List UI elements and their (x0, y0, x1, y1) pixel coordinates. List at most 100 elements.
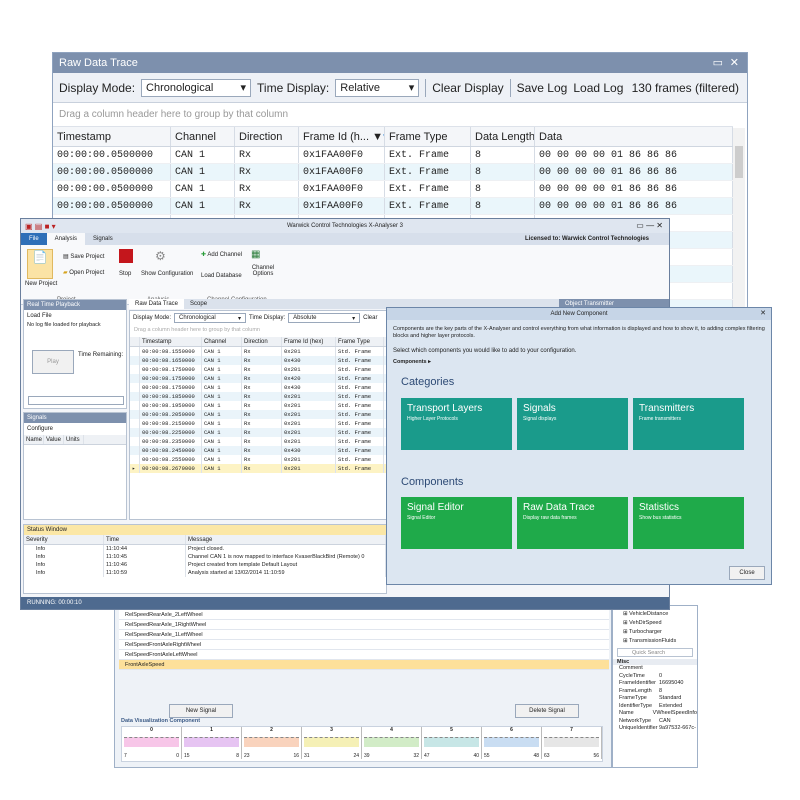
column-header[interactable]: Frame Id (hex) (282, 337, 336, 346)
category-tile[interactable]: Transport Layers Higher Layer Protocols (401, 398, 512, 450)
category-tile[interactable]: Signals Signal displays (517, 398, 628, 450)
play-button[interactable]: Play (32, 350, 74, 374)
table-row[interactable]: 00:00:08.1750000 CAN 1 Rx 0x420 Std. Frame (130, 374, 388, 383)
quick-search-input[interactable]: Quick Search (617, 648, 693, 657)
tree-node[interactable]: ⊞ TransmissionFluids (623, 637, 697, 646)
column-header[interactable]: Value (44, 435, 64, 444)
column-header[interactable]: Direction (235, 127, 299, 146)
list-item[interactable]: FrontAxleSpeed (119, 660, 609, 670)
window-controls[interactable]: ▭ — ✕ (636, 219, 663, 233)
component-tile[interactable]: Signal Editor Signal Editor (401, 497, 512, 549)
load-log-button[interactable]: Load Log (573, 81, 623, 95)
list-item[interactable]: RelSpeedRearAxle_1RightWheel (119, 620, 609, 630)
table-row[interactable]: 00:00:08.2450000 CAN 1 Rx 0x430 Std. Frame (130, 446, 388, 455)
save-log-button[interactable]: Save Log (517, 81, 568, 95)
display-mode-select[interactable]: Chronological ▾ (141, 78, 252, 97)
configure-link[interactable]: Configure (24, 423, 126, 435)
channel-options-button[interactable]: Channel Options (249, 265, 277, 277)
table-row[interactable]: 00:00:08.1550000 CAN 1 Rx 0x201 Std. Frame (130, 347, 388, 356)
clear-display-button[interactable]: Clear Display (432, 81, 503, 95)
table-row[interactable]: 00:00:08.2350000 CAN 1 Rx 0x201 Std. Frame (130, 437, 388, 446)
table-row[interactable]: Info 11:10:44 Project closed. (24, 545, 386, 553)
close-icon[interactable]: ✕ (730, 53, 739, 73)
tree-node[interactable]: ⊞ Turbocharger (623, 628, 697, 637)
property-row[interactable]: Name VWheelSpeedInfo (613, 710, 697, 718)
group-by-area[interactable]: Drag a column header here to group by th… (53, 103, 733, 127)
maximize-icon[interactable]: ▭ (713, 53, 723, 73)
column-header[interactable]: Timestamp (53, 127, 171, 146)
group-by-area[interactable]: Drag a column header here to group by th… (130, 325, 388, 335)
column-header[interactable]: Frame Type (336, 337, 384, 346)
column-header[interactable]: Time (104, 535, 186, 544)
show-configuration-button[interactable]: Show Configuration (141, 271, 193, 277)
display-mode-select[interactable]: Chronological ▾ (174, 313, 247, 323)
stop-button[interactable]: Stop (119, 271, 131, 277)
time-display-select[interactable]: Absolute ▾ (288, 313, 361, 323)
property-row[interactable]: FrameType Standard (613, 695, 697, 703)
category-tile[interactable]: Transmitters Frame transmitters (633, 398, 744, 450)
property-row[interactable]: UniqueIdentifier 9a97532-667c- (613, 725, 697, 733)
table-row[interactable]: 00:00:08.1750000 CAN 1 Rx 0x201 Std. Frame (130, 365, 388, 374)
table-row[interactable]: 00:00:08.1850000 CAN 1 Rx 0x201 Std. Frame (130, 392, 388, 401)
table-row[interactable]: Info 11:10:45 Channel CAN 1 is now mapped … (24, 553, 386, 561)
close-button[interactable]: Close (729, 566, 765, 580)
stop-icon[interactable] (119, 249, 133, 263)
new-project-icon[interactable]: 📄 (27, 249, 53, 279)
property-row[interactable]: FrameLength 8 (613, 688, 697, 696)
column-header[interactable]: Severity (24, 535, 104, 544)
column-header[interactable]: Frame Id (h... ▼▾ (299, 127, 385, 146)
clear-button[interactable]: Clear (363, 315, 377, 321)
column-header[interactable]: Units (64, 435, 84, 444)
property-row[interactable]: NetworkType CAN (613, 718, 697, 726)
table-row[interactable]: 00:00:08.1950000 CAN 1 Rx 0x201 Std. Frame (130, 401, 388, 410)
table-row[interactable]: Info 11:10:59 Analysis started at 13/02/20… (24, 569, 386, 577)
load-file-link[interactable]: Load File (24, 310, 126, 322)
property-row[interactable]: CycleTime 0 (613, 673, 697, 681)
tab-raw-data-trace[interactable]: Raw Data Trace (129, 299, 185, 309)
tree-node[interactable]: ⊞ VehDirSpeed (623, 619, 697, 628)
close-icon[interactable]: ✕ (760, 308, 766, 320)
table-row[interactable]: 00:00:08.2250000 CAN 1 Rx 0x201 Std. Frame (130, 428, 388, 437)
tab-file[interactable]: File (21, 233, 47, 245)
table-row[interactable]: 00:00:00.0500000 CAN 1 Rx 0x1FAA00F0 Ext. Fr… (53, 147, 733, 164)
gear-icon[interactable]: ⚙ (155, 249, 166, 263)
property-row[interactable]: FrameIdentifier 16695040 (613, 680, 697, 688)
tab-scope[interactable]: Scope (184, 299, 213, 309)
list-item[interactable]: RelSpeedFrontAxleRightWheel (119, 640, 609, 650)
load-database-button[interactable]: Load Database (201, 273, 242, 279)
open-project-button[interactable]: ▰ Open Project (63, 269, 104, 276)
time-display-select[interactable]: Relative ▾ (335, 78, 420, 97)
column-header[interactable]: Channel (202, 337, 242, 346)
column-header[interactable]: Data (535, 127, 733, 146)
list-item[interactable]: RelSpeedFrontAxleLeftWheel (119, 650, 609, 660)
tree-node[interactable]: ⊞ VehicleDistance (623, 610, 697, 619)
column-header[interactable]: Data Length (471, 127, 535, 146)
column-header[interactable]: Message (186, 535, 386, 544)
list-item[interactable]: RelSpeedRearAxle_2LeftWheel (119, 610, 609, 620)
add-channel-button[interactable]: ✚ Add Channel (201, 251, 242, 258)
delete-signal-button[interactable]: Delete Signal (515, 704, 579, 718)
breadcrumb[interactable]: Components ▸ (393, 359, 431, 365)
table-row[interactable]: 00:00:08.2150000 CAN 1 Rx 0x201 Std. Frame (130, 419, 388, 428)
table-row[interactable]: 00:00:00.0500000 CAN 1 Rx 0x1FAA00F0 Ext. Fr… (53, 181, 733, 198)
table-row[interactable]: ▸ 00:00:08.2670000 CAN 1 Rx 0x201 Std. Frame (130, 464, 388, 473)
property-row[interactable]: IdentifierType Extended (613, 703, 697, 711)
table-row[interactable]: 00:00:08.1750000 CAN 1 Rx 0x430 Std. Frame (130, 383, 388, 392)
new-signal-button[interactable]: New Signal (169, 704, 233, 718)
column-header[interactable]: Frame Type (385, 127, 471, 146)
column-header[interactable]: Name (24, 435, 44, 444)
tab-signals[interactable]: Signals (85, 233, 121, 245)
column-header[interactable]: Timestamp (140, 337, 202, 346)
app-quick-access-icons[interactable]: ▣ ▤ ■ ▾ (25, 220, 56, 234)
table-row[interactable]: 00:00:00.0500000 CAN 1 Rx 0x1FAA00F0 Ext. Fr… (53, 198, 733, 215)
column-header[interactable]: Channel (171, 127, 235, 146)
new-project-button[interactable]: New Project (25, 281, 57, 287)
table-row[interactable]: 00:00:08.2050000 CAN 1 Rx 0x201 Std. Frame (130, 410, 388, 419)
save-project-button[interactable]: ▤ Save Project (63, 253, 104, 260)
component-tile[interactable]: Statistics Show bus statistics (633, 497, 744, 549)
scrollbar-thumb[interactable] (735, 146, 743, 178)
list-item[interactable]: RelSpeedRearAxle_1LeftWheel (119, 630, 609, 640)
table-row[interactable]: 00:00:08.1650000 CAN 1 Rx 0x430 Std. Frame (130, 356, 388, 365)
table-row[interactable]: 00:00:00.0500000 CAN 1 Rx 0x1FAA00F0 Ext. Fr… (53, 164, 733, 181)
component-tile[interactable]: Raw Data Trace Display raw data frames (517, 497, 628, 549)
